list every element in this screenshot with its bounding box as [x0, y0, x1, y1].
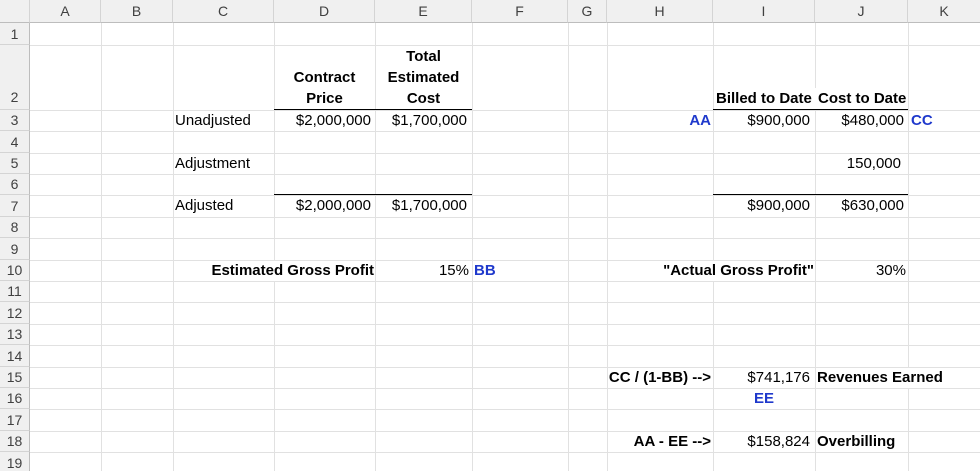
unadjusted-billed-to-date[interactable]: $900,000 [713, 110, 810, 131]
row-header-19[interactable]: 19 [0, 452, 30, 471]
overbilling-label: Overbilling [817, 433, 896, 450]
column-header-h[interactable]: H [607, 0, 713, 23]
tag-ee: EE [753, 390, 774, 407]
row-header-11[interactable]: 11 [0, 281, 30, 302]
unadjusted-cost-to-date[interactable]: $480,000 [815, 110, 904, 131]
header-estimated-line2: Estimated [376, 67, 471, 88]
column-header-f[interactable]: F [472, 0, 568, 23]
column-header-c[interactable]: C [173, 0, 274, 23]
adjusted-cost-to-date[interactable]: $630,000 [815, 195, 904, 217]
column-header-b[interactable]: B [101, 0, 173, 23]
formula-overbilling: AA - EE --> [633, 433, 711, 450]
row-header-14[interactable]: 14 [0, 345, 30, 367]
row-header-1[interactable]: 1 [0, 23, 30, 45]
header-contract-line2: Price [275, 88, 374, 109]
column-header-g[interactable]: G [568, 0, 607, 23]
label-unadjusted: Unadjusted [175, 112, 251, 129]
estimated-gross-profit-label: Estimated Gross Profit [180, 261, 374, 281]
row-header-3[interactable]: 3 [0, 110, 30, 131]
row-header-18[interactable]: 18 [0, 431, 30, 452]
actual-gross-profit-label: "Actual Gross Profit" [640, 261, 814, 281]
estimated-gross-profit-value[interactable]: 15% [375, 260, 469, 281]
row-header-13[interactable]: 13 [0, 324, 30, 345]
column-header-k[interactable]: K [908, 0, 980, 23]
row-header-4[interactable]: 4 [0, 131, 30, 153]
column-header-i[interactable]: I [713, 0, 815, 23]
label-adjustment: Adjustment [175, 155, 251, 172]
row-header-7[interactable]: 7 [0, 195, 30, 217]
unadjusted-estimated-cost[interactable]: $1,700,000 [375, 110, 467, 131]
header-billed-to-date: Billed to Date [716, 88, 816, 109]
tag-aa: AA [689, 112, 711, 129]
row-header-8[interactable]: 8 [0, 217, 30, 238]
adjusted-estimated-cost[interactable]: $1,700,000 [375, 195, 467, 217]
row-header-5[interactable]: 5 [0, 153, 30, 174]
overbilling-value[interactable]: $158,824 [713, 431, 810, 452]
actual-gross-profit-value[interactable]: 30% [815, 260, 906, 281]
row-header-10[interactable]: 10 [0, 260, 30, 281]
row-header-2[interactable]: 2 [0, 45, 30, 110]
adjusted-billed-to-date[interactable]: $900,000 [713, 195, 810, 217]
select-all-corner[interactable] [0, 0, 30, 23]
formula-revenue: CC / (1-BB) --> [608, 369, 711, 386]
adjustment-cost-to-date[interactable]: 150,000 [815, 153, 901, 174]
row-header-12[interactable]: 12 [0, 302, 30, 324]
header-estimated-line3: Cost [376, 88, 471, 109]
row-header-9[interactable]: 9 [0, 238, 30, 260]
header-cost-to-date: Cost to Date [818, 88, 908, 109]
header-estimated-line1: Total [376, 46, 471, 67]
spreadsheet: A B C D E F G H I J K 1 2 3 4 5 6 7 8 9 … [0, 0, 980, 471]
row-header-16[interactable]: 16 [0, 388, 30, 409]
column-header-d[interactable]: D [274, 0, 375, 23]
column-header-a[interactable]: A [30, 0, 101, 23]
tag-cc: CC [911, 112, 933, 129]
unadjusted-contract-price[interactable]: $2,000,000 [274, 110, 371, 131]
column-header-j[interactable]: J [815, 0, 908, 23]
column-header-e[interactable]: E [375, 0, 472, 23]
row-header-6[interactable]: 6 [0, 174, 30, 195]
row-header-15[interactable]: 15 [0, 367, 30, 388]
header-contract-line1: Contract [275, 67, 374, 88]
tag-bb: BB [474, 262, 496, 279]
adjusted-contract-price[interactable]: $2,000,000 [274, 195, 371, 217]
label-adjusted: Adjusted [175, 197, 234, 214]
revenues-earned-value[interactable]: $741,176 [713, 367, 810, 388]
revenues-earned-label: Revenues Earned [817, 368, 943, 388]
row-header-17[interactable]: 17 [0, 409, 30, 431]
